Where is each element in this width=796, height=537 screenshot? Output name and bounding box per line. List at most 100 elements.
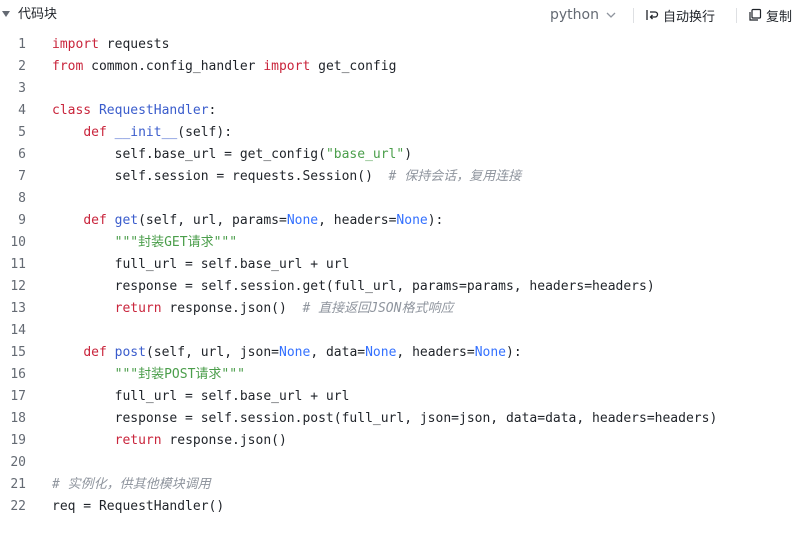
code-text: full_url = self.base_url + url — [52, 386, 350, 408]
divider — [633, 8, 634, 23]
code-text: self.session = requests.Session() # 保持会话… — [52, 166, 522, 188]
code-token: return — [114, 301, 162, 316]
copy-icon — [749, 8, 762, 21]
code-line: 7 self.session = requests.Session() # 保持… — [0, 166, 796, 188]
code-token: "base_url" — [325, 147, 405, 162]
code-text: self.base_url = get_config("base_url") — [52, 144, 412, 166]
code-text: def post(self, url, json=None, data=None… — [52, 342, 521, 364]
code-line: 8 — [0, 188, 796, 210]
auto-wrap-label: 自动换行 — [663, 9, 716, 25]
code-token: self.session = requests.Session() — [52, 169, 389, 184]
line-number: 7 — [18, 169, 26, 184]
line-number: 13 — [10, 301, 26, 316]
line-number: 3 — [18, 81, 26, 96]
code-text: response = self.session.post(full_url, j… — [52, 408, 718, 430]
code-token: (self): — [177, 125, 233, 140]
code-text: response = self.session.get(full_url, pa… — [52, 276, 655, 298]
code-line: 4 class RequestHandler: — [0, 100, 796, 122]
code-token: RequestHandler — [98, 103, 209, 118]
line-number: 16 — [10, 367, 26, 382]
code-token: import — [263, 59, 311, 74]
code-token: self.base_url = get_config( — [52, 147, 326, 162]
code-text: def get(self, url, params=None, headers=… — [52, 210, 443, 232]
code-line: 15 def post(self, url, json=None, data=N… — [0, 342, 796, 364]
code-text: """封装GET请求""" — [52, 232, 237, 254]
code-text: full_url = self.base_url + url — [52, 254, 350, 276]
code-line: 14 — [0, 320, 796, 342]
code-token: requests — [98, 37, 170, 52]
code-token: , headers= — [396, 345, 475, 360]
code-token: None — [396, 213, 428, 228]
code-token: response = self.session.get(full_url, pa… — [52, 279, 655, 294]
line-number: 10 — [10, 235, 26, 250]
code-token: ): — [427, 213, 444, 228]
code-block-header: 代码块 python 自动换行 复制 — [0, 0, 796, 30]
code-line: 22 req = RequestHandler() — [0, 496, 796, 518]
code-text: from common.config_handler import get_co… — [52, 56, 396, 78]
code-line: 5 def __init__(self): — [0, 122, 796, 144]
code-token: full_url = self.base_url + url — [52, 257, 350, 272]
divider — [736, 8, 737, 23]
code-text: return response.json() — [52, 430, 287, 452]
line-number: 2 — [18, 59, 26, 74]
code-token: response.json() — [161, 301, 303, 316]
code-line: 3 — [0, 78, 796, 100]
line-number: 6 — [18, 147, 26, 162]
code-token: # 保持会话，复用连接 — [388, 169, 522, 184]
code-token: (self, url, params= — [138, 213, 287, 228]
code-block-title: 代码块 — [18, 7, 58, 22]
code-token: return — [114, 433, 162, 448]
code-line: 10 """封装GET请求""" — [0, 232, 796, 254]
line-number: 21 — [10, 477, 26, 492]
code-line: 18 response = self.session.post(full_url… — [0, 408, 796, 430]
code-line: 2 from common.config_handler import get_c… — [0, 56, 796, 78]
code-line: 19 return response.json() — [0, 430, 796, 452]
line-number: 9 — [18, 213, 26, 228]
code-line: 16 """封装POST请求""" — [0, 364, 796, 386]
auto-wrap-button[interactable]: 自动换行 — [645, 5, 715, 25]
code-token: from — [52, 59, 84, 74]
code-token: def — [83, 213, 107, 228]
code-text: return response.json() # 直接返回JSON格式响应 — [52, 298, 454, 320]
code-token: # 实例化，供其他模块调用 — [52, 477, 211, 492]
code-token: post — [114, 345, 146, 360]
code-line: 20 — [0, 452, 796, 474]
code-token: common.config_handler — [83, 59, 264, 74]
code-line: 11 full_url = self.base_url + url — [0, 254, 796, 276]
code-token: # 直接返回JSON格式响应 — [302, 301, 454, 316]
code-token: , headers= — [318, 213, 397, 228]
code-text: # 实例化，供其他模块调用 — [52, 474, 211, 496]
line-number: 18 — [10, 411, 26, 426]
code-line: 1 import requests — [0, 34, 796, 56]
code-line: 17 full_url = self.base_url + url — [0, 386, 796, 408]
code-text: """封装POST请求""" — [52, 364, 245, 386]
code-token: __init__ — [114, 125, 178, 140]
code-token: None — [474, 345, 507, 360]
copy-button[interactable]: 复制 — [748, 5, 792, 25]
code-text: import requests — [52, 34, 169, 56]
line-number: 8 — [18, 191, 26, 206]
line-number: 11 — [10, 257, 26, 272]
code-token: req = RequestHandler() — [52, 499, 225, 514]
code-token: response.json() — [161, 433, 287, 448]
code-area[interactable]: 1 import requests 2 from common.config_hand… — [0, 34, 796, 518]
chevron-down-icon — [606, 12, 616, 18]
line-number: 14 — [10, 323, 26, 338]
line-number: 12 — [10, 279, 26, 294]
line-number: 1 — [18, 37, 26, 52]
collapse-triangle-icon[interactable] — [2, 11, 10, 17]
code-token: None — [279, 345, 311, 360]
code-token: ) — [404, 147, 413, 162]
code-token: (self, url, json= — [145, 345, 279, 360]
copy-label: 复制 — [766, 9, 793, 25]
language-select[interactable]: python — [550, 5, 617, 25]
